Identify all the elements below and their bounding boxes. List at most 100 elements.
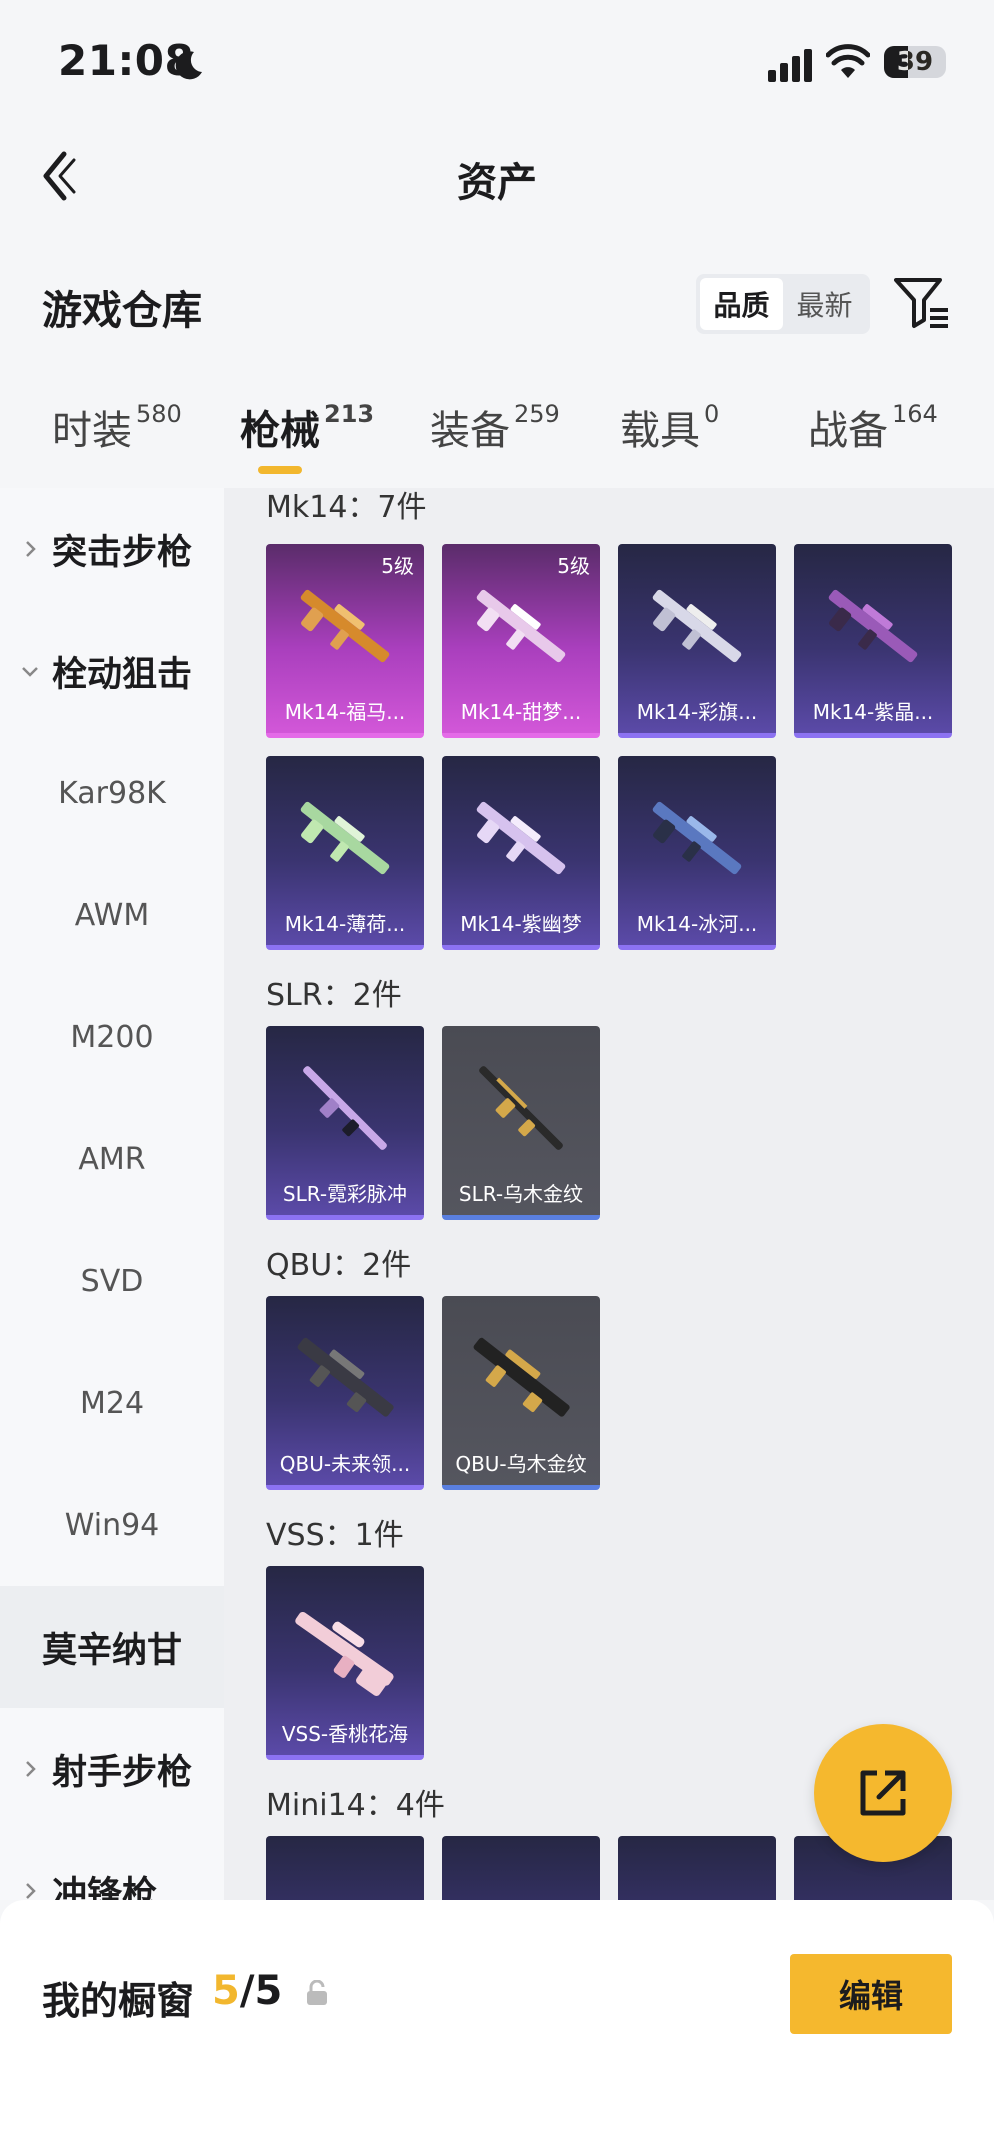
- tab-label: 装备: [430, 408, 510, 454]
- weapon-name: Mk14-薄荷...: [284, 912, 406, 936]
- showcase-count-current: 5: [212, 1968, 240, 2014]
- tab-count: 580: [136, 400, 182, 428]
- section-title: 游戏仓库: [42, 288, 202, 334]
- sort-newest-button[interactable]: 最新: [783, 278, 866, 330]
- weapon-card[interactable]: Mk14-紫幽梦: [442, 756, 600, 950]
- rifle-icon: [476, 801, 566, 875]
- tab-count: 164: [892, 400, 938, 428]
- tab-count: 0: [704, 400, 720, 428]
- sidebar-item-label: 栓动狙击: [52, 654, 193, 695]
- rifle-icon: [295, 1611, 394, 1696]
- sidebar-item-assault-rifle[interactable]: 突击步枪: [0, 488, 224, 610]
- weapon-name: QBU-乌木金纹: [455, 1452, 587, 1476]
- group-title-vss: VSS：1件: [266, 1518, 404, 1553]
- showcase-bar: 我的橱窗 5/5 编辑: [0, 1900, 994, 2152]
- tab-label: 时装: [52, 408, 132, 454]
- weapon-card[interactable]: [266, 1836, 424, 1900]
- edit-button[interactable]: 编辑: [790, 1954, 952, 2034]
- weapon-name: Mk14-冰河...: [636, 912, 758, 936]
- weapon-grid: Mk14：7件 5级 Mk14-福马... 5级 Mk14-甜梦... Mk14…: [224, 488, 994, 1900]
- weapon-name: SLR-乌木金纹: [458, 1182, 584, 1206]
- tab-vehicles[interactable]: 载具 0: [620, 398, 719, 456]
- sidebar-item-label: 冲锋枪: [52, 1874, 158, 1901]
- rifle-icon: [303, 1066, 387, 1150]
- group-title-mk14: Mk14：7件: [266, 490, 427, 525]
- rifle-icon: [297, 1337, 394, 1417]
- tab-supplies[interactable]: 战备 164: [808, 398, 938, 456]
- chevron-right-icon: [26, 1761, 36, 1777]
- sidebar-item-svd[interactable]: SVD: [0, 1220, 224, 1342]
- weapon-name: VSS-香桃花海: [281, 1722, 409, 1746]
- sidebar-item-smg[interactable]: 冲锋枪: [0, 1830, 224, 1900]
- page-title: 资产: [457, 160, 537, 206]
- weapon-card[interactable]: Mk14-紫晶...: [794, 544, 952, 738]
- sort-quality-button[interactable]: 品质: [700, 278, 783, 330]
- weapon-name: QBU-未来领...: [279, 1452, 411, 1476]
- weapon-card[interactable]: QBU-乌木金纹: [442, 1296, 600, 1490]
- signal-icon: [768, 49, 812, 82]
- lock-icon: [307, 1980, 327, 2005]
- rifle-icon: [300, 589, 390, 663]
- weapon-card[interactable]: Mk14-彩旗...: [618, 544, 776, 738]
- showcase-count: 5/5: [212, 1968, 282, 2014]
- tab-count: 213: [324, 400, 375, 428]
- showcase-label: 我的橱窗: [42, 1979, 195, 2023]
- rifle-icon: [652, 589, 742, 663]
- filter-icon[interactable]: [894, 276, 950, 330]
- weapon-card[interactable]: 5级 Mk14-福马...: [266, 544, 424, 738]
- chevron-down-icon: [22, 667, 38, 677]
- sidebar-item-awm[interactable]: AWM: [0, 854, 224, 976]
- sidebar-item-mosin[interactable]: 莫辛纳甘: [0, 1586, 224, 1708]
- weapon-card[interactable]: Mk14-冰河...: [618, 756, 776, 950]
- weapon-name: SLR-霓彩脉冲: [282, 1182, 408, 1206]
- tab-count: 259: [514, 400, 560, 428]
- rifle-icon: [473, 1337, 570, 1417]
- rifle-icon: [479, 1066, 563, 1150]
- chevron-right-icon: [26, 1883, 36, 1899]
- tab-weapons[interactable]: 枪械 213: [240, 398, 374, 456]
- rifle-icon: [300, 801, 390, 875]
- battery-icon: 39: [884, 46, 946, 78]
- sidebar-item-bolt-sniper[interactable]: 栓动狙击: [0, 610, 224, 732]
- active-tab-indicator: [258, 466, 302, 474]
- weapon-name: Mk14-福马...: [284, 700, 406, 724]
- sidebar: 突击步枪 栓动狙击 Kar98K AWM M200 AMR SVD M24 Wi…: [0, 488, 224, 1900]
- weapon-name: Mk14-甜梦...: [460, 700, 582, 724]
- weapon-card[interactable]: Mk14-薄荷...: [266, 756, 424, 950]
- weapon-card[interactable]: SLR-乌木金纹: [442, 1026, 600, 1220]
- weapon-name: Mk14-彩旗...: [636, 700, 758, 724]
- moon-icon: [175, 51, 202, 80]
- tab-equipment[interactable]: 装备 259: [430, 398, 560, 456]
- group-title-slr: SLR：2件: [266, 978, 402, 1013]
- rifle-icon: [476, 589, 566, 663]
- sort-toggle: 品质 最新: [696, 274, 870, 334]
- sidebar-item-kar98k[interactable]: Kar98K: [0, 732, 224, 854]
- sidebar-item-label: 射手步枪: [52, 1752, 193, 1793]
- battery-text: 39: [896, 47, 934, 77]
- group-title-mini14: Mini14：4件: [266, 1788, 445, 1823]
- share-button[interactable]: [814, 1724, 952, 1862]
- weapon-name: Mk14-紫晶...: [812, 700, 934, 724]
- share-icon: [860, 1770, 906, 1816]
- tab-outfits[interactable]: 时装 580: [52, 398, 182, 456]
- sidebar-item-label: 突击步枪: [52, 532, 193, 573]
- sidebar-item-amr[interactable]: AMR: [0, 1098, 224, 1220]
- tab-label: 枪械: [240, 408, 320, 454]
- weapon-card[interactable]: VSS-香桃花海: [266, 1566, 424, 1760]
- sidebar-item-m200[interactable]: M200: [0, 976, 224, 1098]
- weapon-card[interactable]: QBU-未来领...: [266, 1296, 424, 1490]
- rifle-icon: [828, 589, 918, 663]
- tab-label: 载具: [620, 408, 700, 454]
- group-title-qbu: QBU：2件: [266, 1248, 412, 1283]
- showcase-count-total: /5: [239, 1968, 283, 2014]
- sidebar-item-m24[interactable]: M24: [0, 1342, 224, 1464]
- wifi-icon: [826, 44, 870, 78]
- weapon-card[interactable]: [618, 1836, 776, 1900]
- tab-label: 战备: [808, 408, 888, 454]
- sidebar-item-win94[interactable]: Win94: [0, 1464, 224, 1586]
- weapon-card[interactable]: 5级 Mk14-甜梦...: [442, 544, 600, 738]
- weapon-card[interactable]: SLR-霓彩脉冲: [266, 1026, 424, 1220]
- weapon-card[interactable]: [442, 1836, 600, 1900]
- sidebar-item-marksman-rifle[interactable]: 射手步枪: [0, 1708, 224, 1830]
- rifle-icon: [652, 801, 742, 875]
